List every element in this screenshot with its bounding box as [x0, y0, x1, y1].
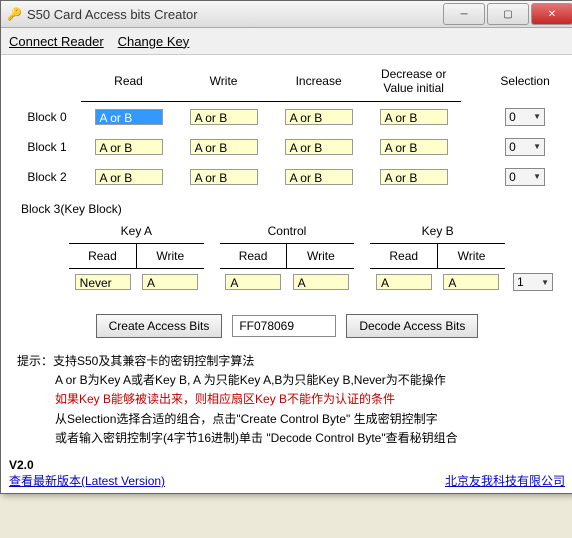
- keya-write-h: Write: [136, 243, 203, 268]
- minimize-button[interactable]: ─: [443, 3, 485, 25]
- info-line-warning: 如果Key B能够被读出来，则相应扇区Key B不能作为认证的条件: [17, 390, 557, 409]
- table-row: Block 0 A or B A or B A or B A or B 0▼: [13, 102, 561, 132]
- chevron-down-icon: ▼: [541, 278, 549, 287]
- block0-increase[interactable]: A or B: [285, 109, 353, 125]
- info-line: 提示：支持S50及其兼容卡的密钥控制字算法: [17, 352, 557, 371]
- access-table: Read Write Increase Decrease or Value in…: [13, 61, 561, 192]
- title-bar: 🔑 S50 Card Access bits Creator ─ ▢ ✕: [1, 1, 572, 28]
- table-row: Block 1 A or B A or B A or B A or B 0▼: [13, 132, 561, 162]
- info-line: 从Selection选择合适的组合，点击"Create Control Byte…: [17, 410, 557, 429]
- block2-increase[interactable]: A or B: [285, 169, 353, 185]
- block0-label: Block 0: [13, 102, 81, 132]
- block2-write[interactable]: A or B: [190, 169, 258, 185]
- latest-version-link[interactable]: 查看最新版本(Latest Version): [9, 474, 165, 488]
- info-text: 提示：支持S50及其兼容卡的密钥控制字算法 A or B为Key A或者Key …: [13, 352, 561, 448]
- version-label: V2.0: [9, 458, 165, 472]
- footer: V2.0 查看最新版本(Latest Version) 北京友我科技有限公司: [1, 456, 572, 493]
- block3-table: Key A Control Key B Read Write Read Writ…: [13, 219, 561, 297]
- block2-decrease[interactable]: A or B: [380, 169, 448, 185]
- col-increase: Increase: [271, 61, 366, 102]
- group-keya: Key A: [69, 219, 204, 244]
- block3-heading: Block 3(Key Block): [21, 202, 561, 216]
- block2-label: Block 2: [13, 162, 81, 192]
- ctrl-read-h: Read: [220, 243, 287, 268]
- menu-bar: Connect Reader Change Key: [1, 28, 572, 55]
- block0-selection[interactable]: 0▼: [505, 108, 545, 126]
- col-selection: Selection: [489, 61, 561, 102]
- ctrl-write[interactable]: A: [293, 274, 349, 290]
- col-read: Read: [81, 61, 176, 102]
- menu-connect-reader[interactable]: Connect Reader: [9, 34, 104, 49]
- keya-read-h: Read: [69, 243, 136, 268]
- block1-write[interactable]: A or B: [190, 139, 258, 155]
- maximize-button[interactable]: ▢: [487, 3, 529, 25]
- menu-change-key[interactable]: Change Key: [118, 34, 190, 49]
- company-link[interactable]: 北京友我科技有限公司: [445, 472, 565, 489]
- info-line: 或者输入密钥控制字(4字节16进制)单击 "Decode Control Byt…: [17, 429, 557, 448]
- block1-label: Block 1: [13, 132, 81, 162]
- keya-read[interactable]: Never: [75, 274, 131, 290]
- info-line: A or B为Key A或者Key B, A 为只能Key A,B为只能Key …: [17, 371, 557, 390]
- chevron-down-icon: ▼: [533, 142, 541, 151]
- ctrl-write-h: Write: [287, 243, 354, 268]
- app-window: 🔑 S50 Card Access bits Creator ─ ▢ ✕ Con…: [0, 0, 572, 494]
- keya-write[interactable]: A: [142, 274, 198, 290]
- decode-access-bits-button[interactable]: Decode Access Bits: [346, 314, 478, 338]
- block3-selection[interactable]: 1▼: [513, 273, 553, 291]
- col-decrease: Decrease or Value initial: [366, 61, 461, 102]
- close-button[interactable]: ✕: [531, 3, 572, 25]
- access-bits-field[interactable]: FF078069: [232, 315, 336, 337]
- block2-read[interactable]: A or B: [95, 169, 163, 185]
- keyb-read-h: Read: [370, 243, 437, 268]
- block2-selection[interactable]: 0▼: [505, 168, 545, 186]
- chevron-down-icon: ▼: [533, 172, 541, 181]
- window-title: S50 Card Access bits Creator: [27, 7, 441, 22]
- block0-write[interactable]: A or B: [190, 109, 258, 125]
- chevron-down-icon: ▼: [533, 112, 541, 121]
- app-key-icon: 🔑: [7, 7, 21, 21]
- group-keyb: Key B: [370, 219, 505, 244]
- table-row: Block 2 A or B A or B A or B A or B 0▼: [13, 162, 561, 192]
- keyb-read[interactable]: A: [376, 274, 432, 290]
- col-write: Write: [176, 61, 271, 102]
- create-access-bits-button[interactable]: Create Access Bits: [96, 314, 223, 338]
- block1-read[interactable]: A or B: [95, 139, 163, 155]
- keyb-write[interactable]: A: [443, 274, 499, 290]
- keyb-write-h: Write: [438, 243, 505, 268]
- block0-decrease[interactable]: A or B: [380, 109, 448, 125]
- block1-increase[interactable]: A or B: [285, 139, 353, 155]
- group-control: Control: [220, 219, 355, 244]
- ctrl-read[interactable]: A: [225, 274, 281, 290]
- block1-selection[interactable]: 0▼: [505, 138, 545, 156]
- block0-read[interactable]: A or B: [95, 109, 163, 125]
- block1-decrease[interactable]: A or B: [380, 139, 448, 155]
